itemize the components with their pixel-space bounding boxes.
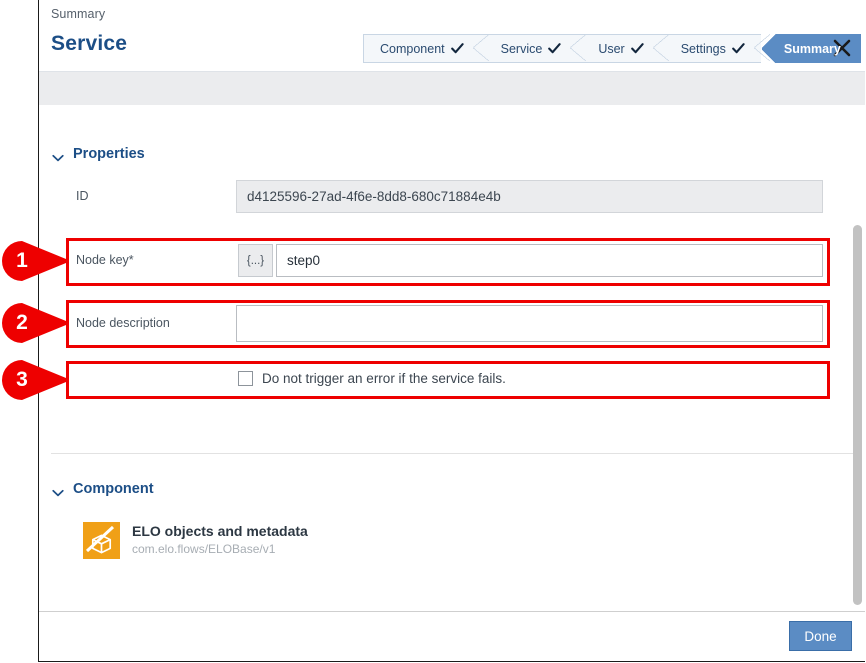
wizard-step-component[interactable]: Component (363, 34, 489, 63)
wizard-step-service[interactable]: Service (480, 34, 586, 63)
annotation-badge-1: 1 (2, 241, 68, 281)
section-divider (51, 453, 853, 454)
suppress-error-row[interactable]: Do not trigger an error if the service f… (238, 371, 506, 386)
node-key-label: Node key* (76, 253, 134, 267)
wizard-step-label: Settings (680, 41, 726, 56)
check-icon (732, 43, 745, 54)
node-description-input[interactable] (236, 305, 823, 342)
wizard-steps: Component Service User Settings Summary (363, 34, 861, 63)
section-header-properties[interactable]: Properties (52, 146, 145, 162)
chevron-down-icon (52, 150, 64, 162)
wizard-step-label: Component (380, 41, 445, 56)
dialog-footer: Done (39, 611, 865, 661)
suppress-error-checkbox[interactable] (238, 371, 253, 386)
section-title: Component (73, 481, 154, 497)
node-key-expression-button[interactable]: {...} (238, 244, 273, 277)
component-card[interactable]: ELO objects and metadata com.elo.flows/E… (83, 522, 308, 559)
component-text: ELO objects and metadata com.elo.flows/E… (132, 522, 308, 557)
service-dialog: Summary Service Component Service User S… (38, 0, 865, 662)
breadcrumb: Summary (51, 7, 106, 21)
suppress-error-label: Do not trigger an error if the service f… (262, 371, 506, 386)
section-title: Properties (73, 146, 145, 162)
check-icon (548, 43, 561, 54)
node-key-input[interactable]: step0 (276, 244, 823, 277)
header-band (39, 72, 865, 105)
dialog-body: Properties ID d4125596-27ad-4f6e-8dd8-68… (39, 105, 865, 611)
annotation-badge-number: 1 (16, 249, 28, 272)
wizard-step-label: Summary (783, 41, 841, 56)
elo-component-icon (83, 522, 120, 559)
wizard-step-label: Service (500, 41, 543, 56)
annotation-badge-3: 3 (2, 360, 68, 400)
wizard-step-user[interactable]: User (578, 34, 670, 63)
wizard-step-settings[interactable]: Settings (660, 34, 771, 63)
check-icon (450, 43, 464, 54)
scrollbar-thumb[interactable] (853, 225, 862, 605)
done-button[interactable]: Done (789, 621, 852, 651)
id-label: ID (76, 189, 89, 203)
wizard-step-label: User (598, 41, 625, 56)
section-header-component[interactable]: Component (52, 481, 154, 497)
component-identifier: com.elo.flows/ELOBase/v1 (132, 542, 276, 556)
chevron-down-icon (52, 485, 64, 497)
dialog-header: Summary Service Component Service User S… (39, 0, 865, 72)
annotation-badge-number: 3 (16, 368, 28, 391)
node-description-label: Node description (76, 316, 170, 330)
page-title: Service (51, 32, 128, 55)
component-name: ELO objects and metadata (132, 523, 308, 539)
annotation-badge-number: 2 (16, 311, 28, 334)
check-icon (630, 43, 644, 54)
annotation-badge-2: 2 (2, 303, 68, 343)
id-value: d4125596-27ad-4f6e-8dd8-680c71884e4b (236, 180, 823, 213)
